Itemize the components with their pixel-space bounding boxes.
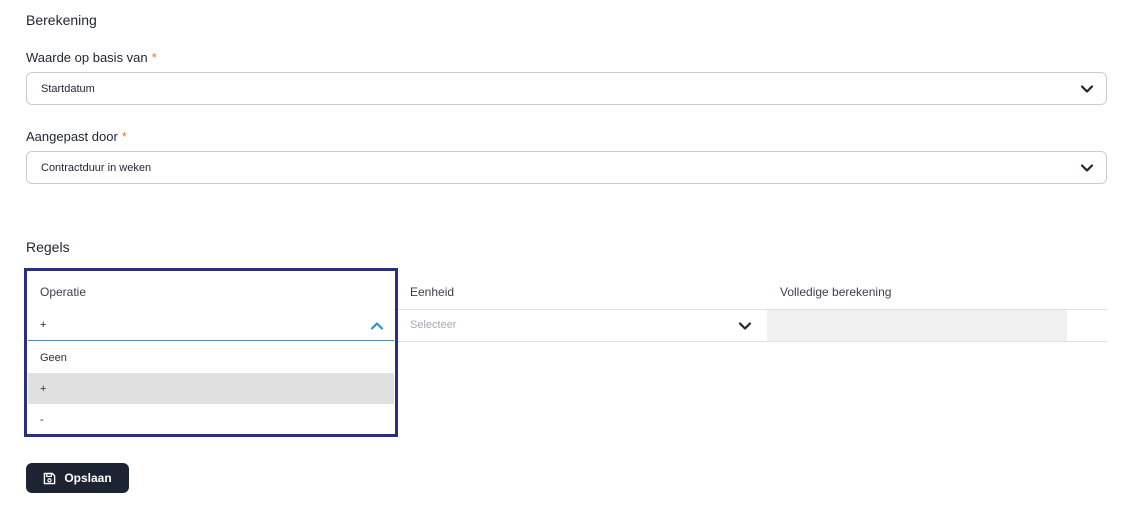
required-mark: * [121, 129, 127, 144]
chevron-down-icon [738, 322, 752, 330]
section-title-berekening: Berekening [26, 12, 97, 28]
based-on-label: Waarde op basis van * [26, 50, 157, 65]
based-on-value: Startdatum [41, 82, 95, 95]
row-divider [394, 341, 1107, 342]
chevron-up-icon [370, 322, 384, 330]
operation-select[interactable]: + [28, 309, 394, 341]
unit-select[interactable]: Selecteer [400, 309, 762, 341]
chevron-down-icon [1080, 85, 1094, 93]
floppy-disk-icon [44, 472, 56, 484]
save-button[interactable]: Opslaan [26, 463, 129, 493]
adjusted-by-value: Contractduur in weken [41, 161, 152, 174]
column-header-eenheid: Eenheid [410, 285, 455, 299]
chevron-down-icon [1080, 164, 1094, 172]
unit-placeholder: Selecteer [410, 319, 457, 331]
operation-dropdown: Geen + - [28, 342, 394, 435]
column-header-operatie: Operatie [40, 285, 87, 299]
section-title-regels: Regels [26, 239, 70, 255]
operation-option-plus[interactable]: + [28, 373, 394, 404]
save-button-label: Opslaan [64, 471, 112, 485]
adjusted-by-label: Aangepast door * [26, 129, 127, 144]
based-on-select[interactable]: Startdatum [26, 72, 1107, 105]
operation-value: + [40, 318, 47, 331]
operation-option-geen[interactable]: Geen [28, 342, 394, 373]
adjusted-by-select[interactable]: Contractduur in weken [26, 151, 1107, 184]
adjusted-by-label-text: Aangepast door [26, 129, 118, 144]
operation-option-minus[interactable]: - [28, 404, 394, 435]
column-header-volledige-berekening: Volledige berekening [780, 285, 892, 299]
required-mark: * [151, 50, 157, 65]
full-calculation-field [767, 310, 1067, 341]
based-on-label-text: Waarde op basis van [26, 50, 148, 65]
